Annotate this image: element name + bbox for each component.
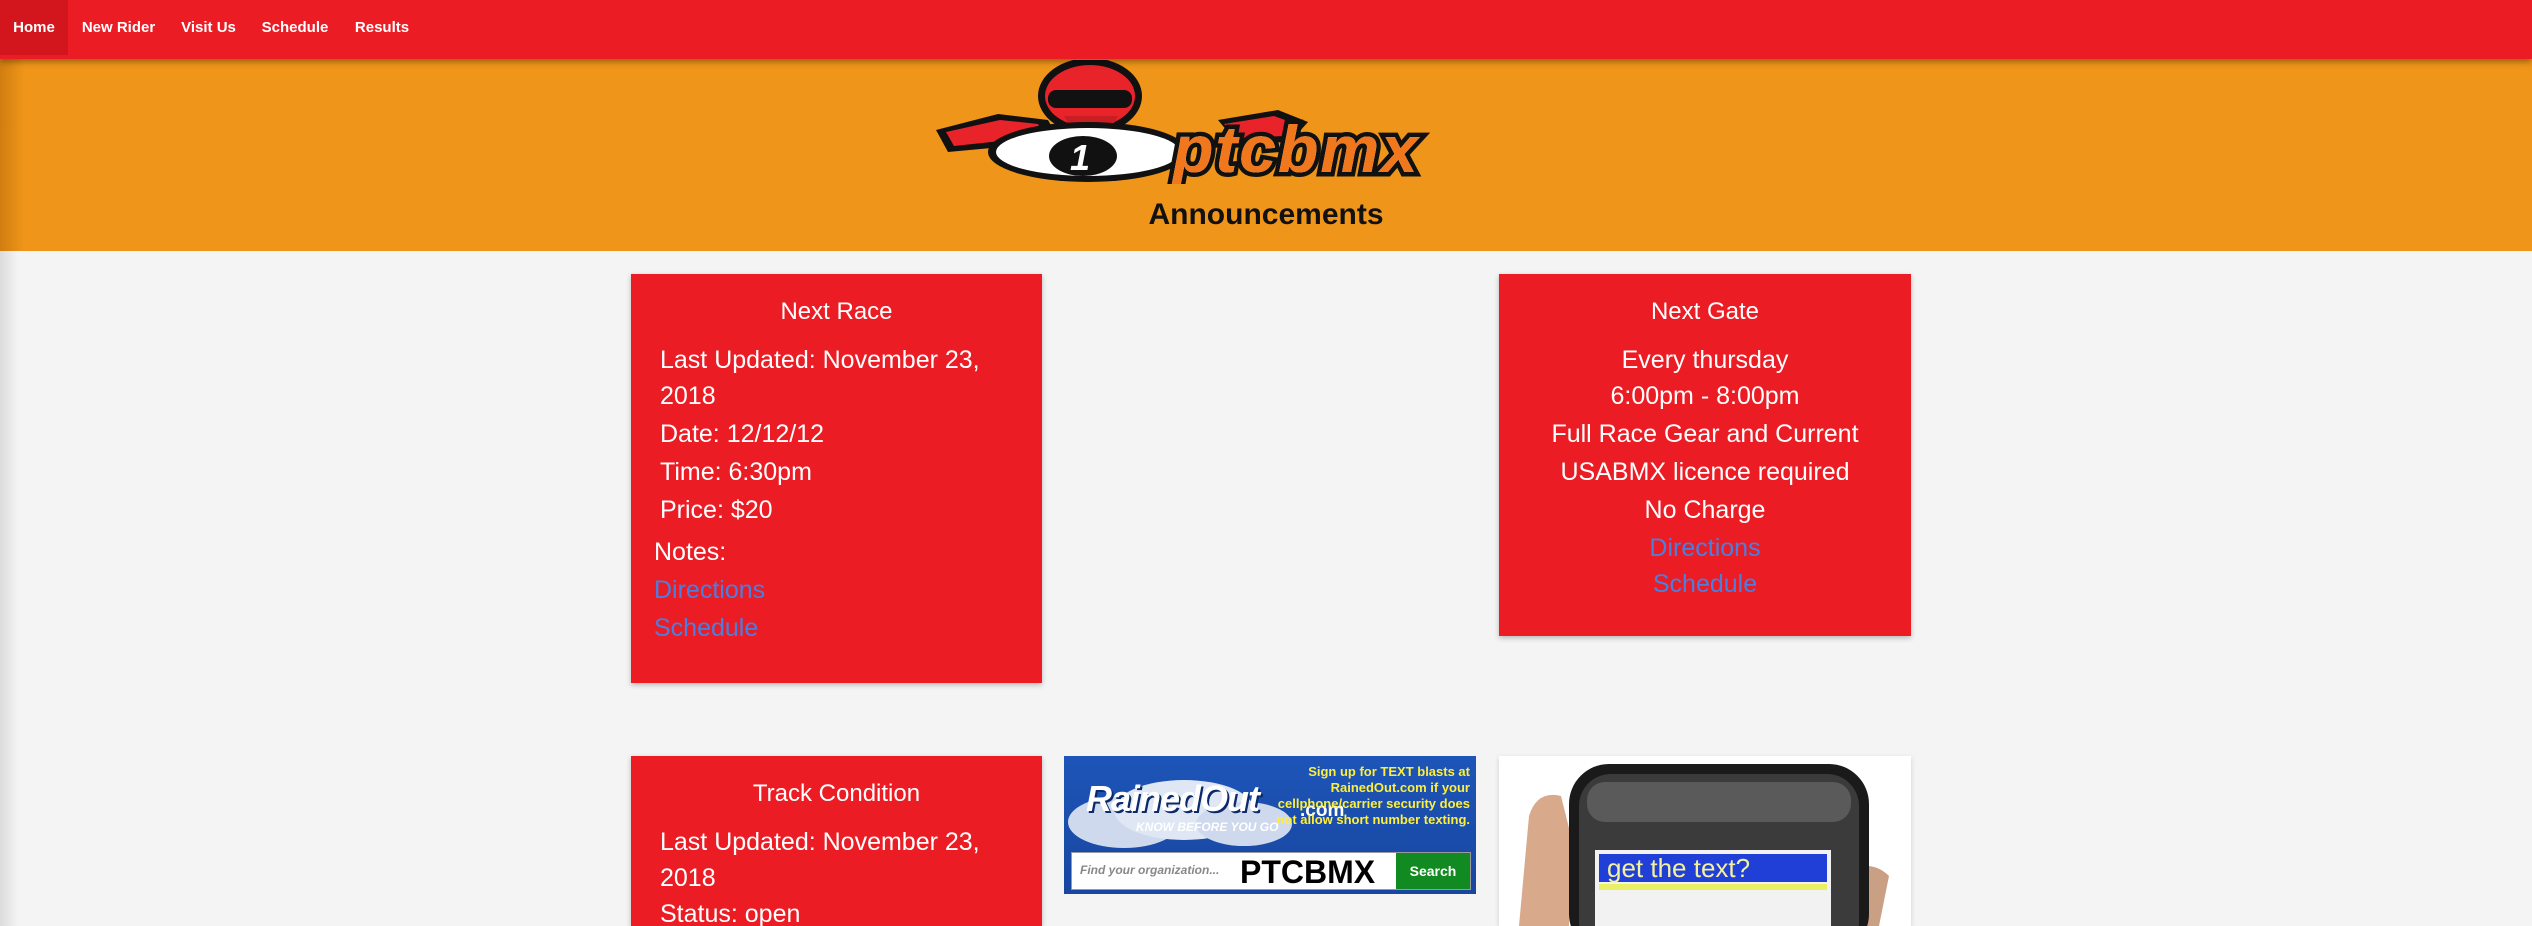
rainedout-brand: RainedOut: [1086, 778, 1260, 819]
phone-in-hand-image: get the text?: [1499, 756, 1911, 926]
rainedout-search-value: PTCBMX: [1240, 854, 1376, 890]
rainedout-tagline: KNOW BEFORE YOU GO: [1136, 820, 1279, 834]
track-condition-title: Track Condition: [752, 780, 921, 807]
next-gate-charge: No Charge: [1644, 496, 1766, 524]
rainedout-ad[interactable]: RainedOut KNOW BEFORE YOU GO .com Sign u…: [1064, 756, 1476, 894]
track-condition-status: Status: open: [660, 900, 801, 926]
next-gate-gear: Full Race Gear and Current: [1551, 420, 1859, 448]
next-race-schedule-link[interactable]: Schedule: [654, 610, 758, 646]
next-gate-schedule-link[interactable]: Schedule: [1499, 566, 1911, 602]
next-race-title: Next Race: [780, 298, 893, 325]
rainedout-blurb: Sign up for TEXT blasts at RainedOut.com…: [1276, 764, 1470, 827]
rainedout-search-box[interactable]: Find your organization... PTCBMX Search: [1071, 852, 1471, 890]
nav-results[interactable]: Results: [342, 0, 422, 55]
logo-wordmark-fill: ptcbmx: [1171, 112, 1420, 184]
text-alert-ad[interactable]: get the text?: [1499, 756, 1911, 926]
track-condition-card: Track Condition Last Updated: November 2…: [631, 756, 1042, 926]
next-gate-card: Next Gate Every thursday 6:00pm - 8:00pm…: [1499, 274, 1911, 636]
nav-schedule[interactable]: Schedule: [248, 0, 342, 55]
next-gate-hours: 6:00pm - 8:00pm: [1610, 382, 1800, 410]
next-race-notes: Notes:: [654, 538, 727, 566]
ptcbmx-logo[interactable]: 1 ptcbmx ptcbmx: [918, 60, 1618, 184]
next-race-price: Price: $20: [660, 496, 773, 524]
page-edge-shadow: [0, 251, 18, 926]
next-gate-title: Next Gate: [1650, 298, 1760, 325]
next-gate-day: Every thursday: [1621, 346, 1789, 374]
next-race-card: Next Race Last Updated: November 23, 201…: [631, 274, 1042, 683]
nav-home[interactable]: Home: [0, 0, 68, 55]
next-gate-licence: USABMX licence required: [1560, 458, 1850, 486]
next-race-date: Date: 12/12/12: [660, 420, 825, 448]
track-condition-updated-line2: 2018: [660, 864, 716, 892]
phone-screen-text: get the text?: [1607, 853, 1750, 883]
track-condition-updated-line1: Last Updated: November 23,: [660, 828, 980, 856]
logo-plate-number: 1: [1070, 137, 1090, 178]
nav-new-rider[interactable]: New Rider: [68, 0, 169, 55]
next-race-updated-line1: Last Updated: November 23,: [660, 346, 980, 374]
rainedout-search-button[interactable]: Search: [1396, 853, 1470, 889]
page-title: Announcements: [1148, 198, 1384, 231]
nav-visit-us[interactable]: Visit Us: [169, 0, 248, 55]
next-race-updated-line2: 2018: [660, 382, 716, 410]
top-navbar: Home New Rider Visit Us Schedule Results: [0, 0, 2532, 59]
next-race-time: Time: 6:30pm: [660, 458, 812, 486]
rainedout-search-placeholder[interactable]: Find your organization...: [1080, 863, 1219, 877]
next-gate-directions-link[interactable]: Directions: [1499, 530, 1911, 566]
next-race-directions-link[interactable]: Directions: [654, 572, 765, 608]
